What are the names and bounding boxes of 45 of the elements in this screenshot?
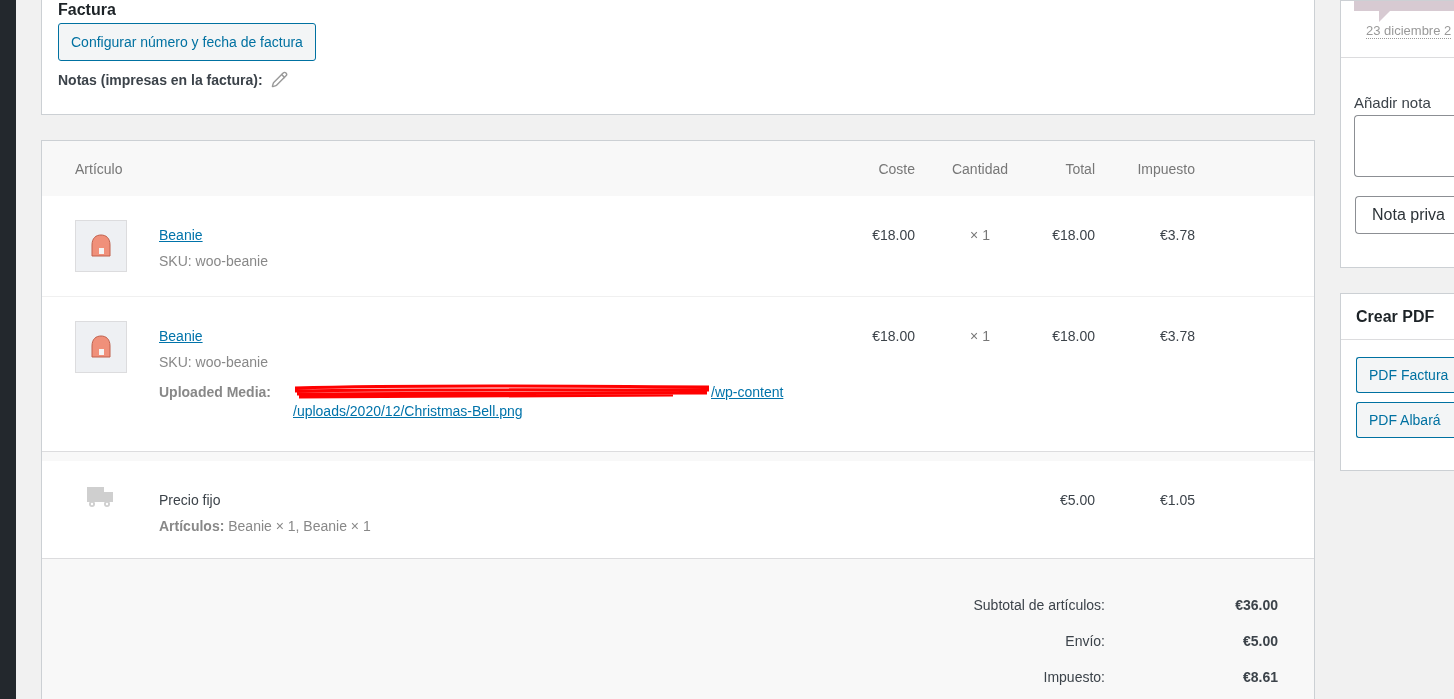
add-note-label: Añadir nota [1354, 94, 1432, 111]
tax-cell-text: €3.78 [1158, 226, 1195, 243]
cost-cell-text: €18.00 [871, 327, 915, 344]
cost-cell-text: €18.00 [871, 226, 915, 243]
beanie-icon [90, 335, 112, 359]
total-value: €5.00 [1241, 633, 1278, 649]
pdf-card-title: Crear PDF [1341, 294, 1454, 340]
meta-label: Uploaded Media: [159, 384, 272, 402]
edit-pencil-icon[interactable] [270, 71, 288, 88]
shipping-name: Precio fijo [159, 492, 222, 508]
total-value: €36.00 [1234, 597, 1278, 613]
configure-invoice-button[interactable]: Configurar número y fecha de factura [58, 23, 316, 61]
total-cell-text: €5.00 [1058, 491, 1095, 508]
tax-cell-text: €1.05 [1158, 491, 1195, 508]
truck-icon [87, 487, 113, 507]
product-link[interactable]: Beanie [159, 328, 203, 344]
note-bubble-tail [1379, 11, 1390, 22]
pdf-button[interactable]: PDF Albará [1356, 402, 1454, 438]
total-label: Envío: [1064, 633, 1105, 649]
beanie-icon [90, 234, 112, 258]
tax-cell-text: €3.78 [1158, 327, 1195, 344]
media-link[interactable]: /wp-content [711, 384, 784, 400]
total-label: Subtotal de artículos: [972, 597, 1105, 613]
note-input[interactable] [1354, 115, 1454, 177]
column-header: Artículo [75, 160, 124, 177]
quantity-cell-text: × 1 [969, 226, 991, 243]
column-header: Impuesto [1136, 160, 1195, 177]
product-link[interactable]: Beanie [159, 227, 203, 243]
total-label: Impuesto: [1042, 669, 1105, 685]
quantity-cell-text: × 1 [969, 327, 991, 344]
note-type-select[interactable]: Nota priva [1355, 196, 1454, 234]
media-link[interactable]: /uploads/2020/12/Christmas-Bell.png [293, 403, 523, 419]
column-header: Coste [877, 160, 915, 177]
total-cell-text: €18.00 [1051, 327, 1095, 344]
note-date: 23 diciembre 2 [1366, 23, 1452, 39]
pdf-button[interactable]: PDF Factura [1356, 357, 1454, 393]
sku-text: SKU: woo-beanie [159, 253, 269, 269]
shipping-items: Artículos: Beanie × 1, Beanie × 1 [159, 518, 372, 534]
invoice-heading: Factura [58, 1, 117, 19]
total-cell-text: €18.00 [1051, 226, 1095, 243]
sku-text: SKU: woo-beanie [159, 354, 269, 370]
column-header: Total [1064, 160, 1095, 177]
column-header: Cantidad [950, 160, 1009, 177]
total-value: €8.61 [1241, 669, 1278, 685]
notes-label: Notas (impresas en la factura): [58, 71, 263, 88]
